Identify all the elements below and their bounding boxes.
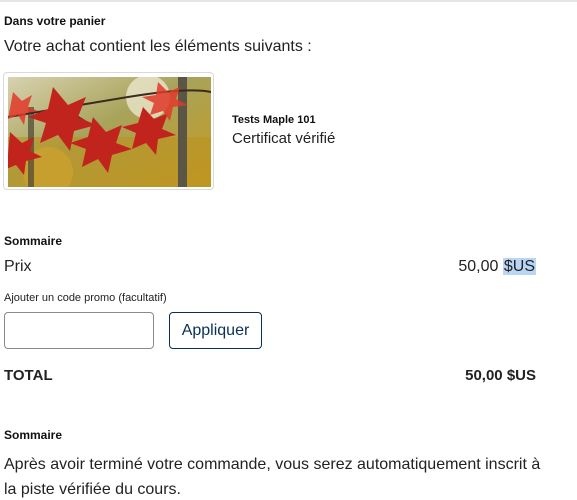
price-label: Prix — [4, 258, 32, 275]
cart-intro: Votre achat contient les éléments suivan… — [4, 38, 312, 55]
price-amount: 50,00 — [458, 258, 499, 275]
course-mode: Certificat vérifié — [232, 130, 336, 147]
promo-code-input[interactable] — [4, 312, 154, 349]
summary-heading: Sommaire — [4, 234, 63, 248]
enrollment-info-text: Après avoir terminé votre commande, vous… — [4, 456, 541, 498]
apply-promo-button[interactable]: Appliquer — [169, 312, 262, 349]
course-image — [3, 72, 214, 190]
checkout-page: Dans votre panier Votre achat contient l… — [0, 0, 577, 500]
total-value: 50,00 $US — [465, 367, 536, 384]
course-name: Tests Maple 101 — [232, 114, 316, 126]
promo-code-label: Ajouter un code promo (facultatif) — [4, 292, 167, 304]
top-divider — [0, 0, 577, 2]
info-heading: Sommaire — [4, 428, 63, 442]
autumn-maple-leaves-image — [8, 77, 211, 187]
price-currency: $US — [502, 258, 536, 275]
total-label: TOTAL — [4, 367, 53, 384]
price-value: 50,00 $US — [458, 258, 536, 276]
cart-heading: Dans votre panier — [4, 14, 106, 28]
